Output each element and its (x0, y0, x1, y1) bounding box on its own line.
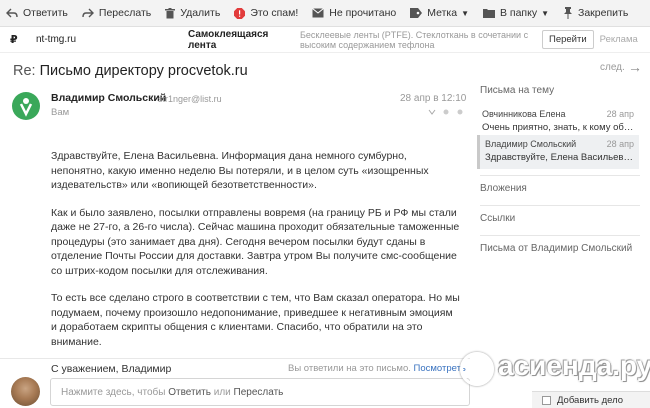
quick-forward-link[interactable]: Переслать (234, 387, 284, 398)
thread-snippet: Очень приятно, знать, к кому обращ... (482, 122, 634, 133)
ad-title[interactable]: Самоклеящаяся лента (188, 29, 288, 51)
label-label: Метка (427, 7, 458, 19)
body-paragraph: Как и было заявлено, посылки отправлены … (51, 206, 460, 277)
pin-icon (564, 7, 572, 19)
subject-re: Re: (13, 63, 36, 79)
replied-note-text: Вы ответили на это письмо. (288, 363, 411, 374)
delete-button[interactable]: Удалить (165, 7, 220, 19)
chevron-down-icon: ▼ (541, 8, 549, 18)
body-paragraph: То есть все сделано строго в соответстви… (51, 292, 460, 348)
quick-reply-input[interactable]: Нажмите здесь, чтобы Ответить или Пересл… (50, 378, 470, 406)
watermark-logo (460, 352, 494, 386)
flower-icon (19, 98, 33, 117)
recipient: Вам (51, 107, 70, 118)
thread-date: 28 апр (606, 109, 634, 119)
user-avatar (11, 377, 40, 406)
delete-label: Удалить (180, 7, 221, 19)
pin-button[interactable]: Закрепить (563, 7, 628, 19)
thread-date: 28 апр (606, 139, 634, 149)
thread-item-active[interactable]: Владимир Смольский 28 апр Здравствуйте, … (477, 135, 639, 169)
dot-icon[interactable] (442, 108, 450, 116)
ad-go-button[interactable]: Перейти (542, 30, 594, 49)
reply-icon (6, 8, 18, 18)
unread-label: Не прочитано (329, 7, 397, 19)
spam-label: Это спам! (250, 7, 299, 19)
divider (480, 205, 640, 206)
tag-icon (410, 8, 423, 18)
spam-button[interactable]: Это спам! (234, 7, 298, 19)
body-paragraph: Здравствуйте, Елена Васильевна. Информац… (51, 150, 429, 191)
message-actions (428, 108, 464, 116)
links-link[interactable]: Ссылки (480, 213, 515, 224)
toolbar: Ответить Переслать Удалить Это спам! Не … (0, 0, 650, 27)
add-task-button[interactable]: Добавить дело (532, 391, 650, 408)
spam-icon (234, 7, 246, 19)
move-dropdown[interactable]: В папку ▼ (482, 7, 549, 19)
ad-banner: ₽ nt-tmg.ru Самоклеящаяся лента Бесклеев… (0, 27, 650, 53)
forward-button[interactable]: Переслать (82, 7, 151, 19)
chevron-down-icon: ▼ (461, 8, 469, 18)
thread-header: Письма на тему (480, 85, 555, 96)
dot-icon[interactable] (456, 108, 464, 116)
trash-icon (165, 7, 176, 18)
unread-button[interactable]: Не прочитано (312, 7, 396, 19)
chevron-down-icon[interactable] (428, 108, 436, 116)
ad-logo: ₽ (10, 34, 18, 46)
forward-label: Переслать (98, 7, 152, 19)
attachments-link[interactable]: Вложения (480, 183, 527, 194)
forward-icon (82, 8, 94, 18)
thread-snippet: Здравствуйте, Елена Васильевна. ... (485, 152, 634, 163)
reply-prompt: Нажмите здесь, чтобы (61, 387, 166, 398)
sender-email[interactable]: str1nger@list.ru (158, 94, 222, 104)
folder-icon (482, 9, 495, 18)
reply-label: Ответить (23, 7, 68, 19)
divider (480, 175, 640, 176)
sender-letters-link[interactable]: Письма от Владимир Смольский (480, 243, 632, 254)
checkbox-icon (542, 395, 551, 405)
subject-text: Письмо директору procvetok.ru (39, 63, 248, 79)
ad-label: Реклама (599, 34, 638, 45)
ad-text: Бесклеевые ленты (PTFE). Стеклоткань в с… (300, 29, 529, 50)
thread-item[interactable]: Овчинникова Елена 28 апр Очень приятно, … (477, 105, 639, 139)
pin-label: Закрепить (578, 7, 629, 19)
ad-domain[interactable]: nt-tmg.ru (36, 34, 156, 45)
sender-avatar (12, 92, 40, 120)
replied-note: Вы ответили на это письмо. Посмотреть (288, 363, 466, 374)
message-subject: Re: Письмо директору procvetok.ru (13, 63, 248, 79)
divider (480, 235, 640, 236)
quick-reply-link[interactable]: Ответить (168, 387, 211, 398)
reply-or: или (213, 387, 231, 398)
sender-name[interactable]: Владимир Смольский (51, 92, 166, 104)
move-label: В папку (499, 7, 538, 19)
message-date: 28 апр в 12:10 (400, 93, 467, 104)
reply-button[interactable]: Ответить (6, 7, 68, 19)
label-dropdown[interactable]: Метка ▼ (410, 7, 469, 19)
envelope-icon (312, 8, 325, 18)
view-reply-link[interactable]: Посмотреть (414, 363, 466, 374)
add-task-label: Добавить дело (557, 394, 624, 406)
watermark-text: асиенда.ру (498, 350, 650, 381)
